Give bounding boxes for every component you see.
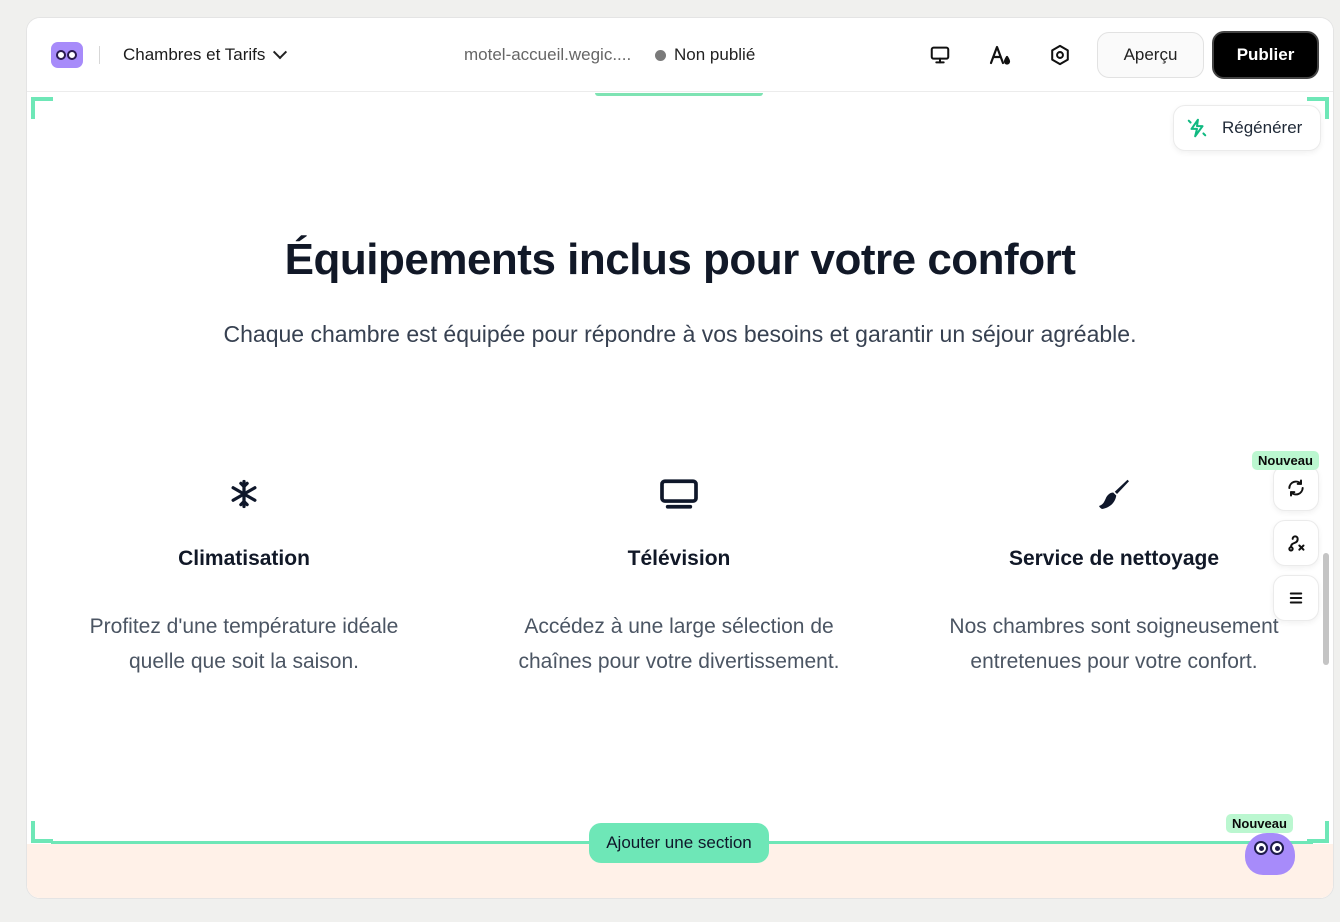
feature-card[interactable]: Télévision Accédez à une large sélection… bbox=[489, 473, 869, 679]
preview-button[interactable]: Aperçu bbox=[1097, 32, 1204, 78]
status-dot-icon bbox=[655, 49, 666, 61]
feature-desc-line: Nos chambres sont soigneusement bbox=[949, 615, 1279, 638]
refresh-icon bbox=[1288, 479, 1304, 497]
page-selector[interactable]: Chambres et Tarifs bbox=[123, 42, 288, 68]
editor-window: Chambres et Tarifs motel-accueil.wegic..… bbox=[26, 17, 1334, 899]
feature-title: Télévision bbox=[627, 547, 731, 570]
selection-corner bbox=[31, 97, 53, 119]
menu-tool-button[interactable] bbox=[1273, 575, 1319, 621]
feature-description: Profitez d'une température idéale quelle… bbox=[54, 609, 434, 679]
feature-description: Nos chambres sont soigneusement entreten… bbox=[924, 609, 1304, 679]
publish-status: Non publié bbox=[655, 45, 755, 65]
feature-desc-line: chaînes pour votre divertissement. bbox=[518, 650, 840, 673]
menu-icon bbox=[1289, 592, 1303, 604]
monitor-icon[interactable] bbox=[927, 42, 953, 68]
feature-title: Climatisation bbox=[178, 547, 310, 570]
text-color-icon[interactable] bbox=[987, 42, 1013, 68]
section-headline[interactable]: Équipements inclus pour votre confort bbox=[27, 235, 1333, 285]
path-edit-tool-button[interactable] bbox=[1273, 520, 1319, 566]
feature-desc-line: Profitez d'une température idéale bbox=[89, 615, 399, 638]
snowflake-icon bbox=[54, 473, 434, 515]
top-bar: Chambres et Tarifs motel-accueil.wegic..… bbox=[27, 18, 1333, 92]
feature-desc-line: quelle que soit la saison. bbox=[129, 650, 359, 673]
add-section-button[interactable]: Ajouter une section bbox=[589, 823, 769, 863]
feature-title: Service de nettoyage bbox=[1008, 547, 1220, 570]
chevron-down-icon bbox=[273, 45, 288, 60]
feature-desc-line: Accédez à une large sélection de bbox=[524, 615, 834, 638]
broom-icon bbox=[924, 473, 1304, 515]
section-subhead[interactable]: Chaque chambre est équipée pour répondre… bbox=[27, 321, 1333, 348]
regenerate-label: Régénérer bbox=[1222, 118, 1303, 137]
new-badge: Nouveau bbox=[1226, 814, 1293, 833]
mascot-eye-right bbox=[1270, 841, 1284, 855]
section-top-handle[interactable] bbox=[595, 93, 763, 96]
logo-eye-right bbox=[67, 50, 77, 60]
new-badge: Nouveau bbox=[1252, 451, 1319, 470]
refresh-tool-button[interactable] bbox=[1273, 465, 1319, 511]
scrollbar-thumb[interactable] bbox=[1323, 553, 1329, 665]
site-url[interactable]: motel-accueil.wegic.... bbox=[464, 45, 631, 65]
assistant-mascot[interactable] bbox=[1245, 833, 1295, 875]
selection-corner bbox=[31, 821, 53, 843]
settings-icon[interactable] bbox=[1047, 42, 1073, 68]
divider bbox=[99, 46, 100, 64]
feature-card[interactable]: Service de nettoyage Nos chambres sont s… bbox=[924, 473, 1304, 679]
logo-eye-left bbox=[56, 50, 66, 60]
path-edit-icon bbox=[1288, 535, 1305, 552]
sparkle-refresh-icon bbox=[1187, 118, 1207, 138]
tv-icon bbox=[489, 473, 869, 515]
status-label: Non publié bbox=[674, 45, 756, 64]
feature-desc-line: entretenues pour votre confort. bbox=[970, 650, 1258, 673]
page-canvas: Régénérer Équipements inclus pour votre … bbox=[27, 93, 1333, 898]
feature-description: Accédez à une large sélection de chaînes… bbox=[489, 609, 869, 679]
mascot-eye-left bbox=[1254, 841, 1268, 855]
page-selector-label: Chambres et Tarifs bbox=[123, 45, 266, 64]
regenerate-button[interactable]: Régénérer bbox=[1173, 105, 1321, 151]
feature-card[interactable]: Climatisation Profitez d'une température… bbox=[54, 473, 434, 679]
publish-button[interactable]: Publier bbox=[1212, 31, 1319, 79]
app-logo[interactable] bbox=[51, 42, 83, 68]
browser-frame: Chambres et Tarifs motel-accueil.wegic..… bbox=[0, 0, 1340, 922]
selection-corner bbox=[1307, 821, 1329, 843]
